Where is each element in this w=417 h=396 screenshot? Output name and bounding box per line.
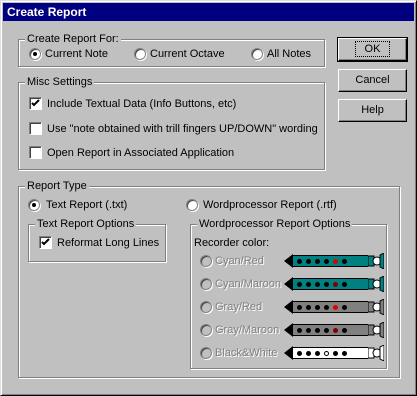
report-type-title: Report Type [25, 179, 89, 193]
label-current-note: Current Note [45, 48, 108, 60]
label-text-report: Text Report (.txt) [46, 199, 128, 211]
report-type-group: Report Type Text Report (.txt) Wordproce… [18, 179, 400, 378]
label-include-textual-data: Include Textual Data (Info Buttons, etc) [47, 98, 237, 110]
checkbox-include-textual-data[interactable] [29, 97, 42, 110]
checkbox-open-report[interactable] [29, 146, 42, 159]
recorder-color-label: Recorder color: [194, 237, 270, 249]
checkbox-reformat-long-lines[interactable] [39, 236, 52, 249]
recorder-preview-icon [284, 298, 385, 316]
text-report-options-title: Text Report Options [35, 217, 137, 231]
label-current-octave: Current Octave [150, 48, 225, 60]
recorder-preview-icon [284, 344, 385, 362]
cancel-button[interactable]: Cancel [338, 69, 407, 92]
color-label: Black&White [215, 347, 278, 359]
recorder-preview-icon [284, 321, 385, 339]
misc-settings-group: Misc Settings Include Textual Data (Info… [18, 75, 325, 170]
radio-all-notes[interactable] [251, 48, 263, 60]
radio-color-1[interactable] [200, 278, 212, 290]
window-title: Create Report [7, 5, 87, 19]
misc-settings-title: Misc Settings [25, 75, 95, 89]
radio-current-note[interactable] [29, 48, 41, 60]
label-trill-wording: Use "note obtained with trill fingers UP… [47, 123, 318, 135]
label-open-report: Open Report in Associated Application [47, 147, 235, 159]
text-report-options-group: Text Report Options Reformat Long Lines [28, 217, 166, 262]
report-for-group: Create Report For: Current Note Current … [18, 32, 325, 67]
ok-button[interactable]: OK [337, 37, 408, 62]
checkbox-trill-wording[interactable] [29, 122, 42, 135]
wordprocessor-options-title: Wordprocessor Report Options [197, 217, 353, 231]
create-report-dialog: Create Report OK Cancel Help Create Repo… [0, 0, 417, 396]
report-for-title: Create Report For: [25, 32, 121, 46]
radio-text-report[interactable] [28, 199, 40, 211]
radio-current-octave[interactable] [134, 48, 146, 60]
radio-color-2[interactable] [200, 301, 212, 313]
radio-color-0[interactable] [200, 255, 212, 267]
label-all-notes: All Notes [267, 48, 312, 60]
color-label: Cyan/Maroon [215, 278, 282, 290]
wordprocessor-options-group: Wordprocessor Report Options Recorder co… [190, 217, 387, 369]
help-button[interactable]: Help [338, 99, 407, 122]
label-wordprocessor-report: Wordprocessor Report (.rtf) [203, 199, 337, 211]
color-label: Gray/Red [215, 301, 263, 313]
title-bar: Create Report [3, 3, 414, 21]
recorder-preview-icon [284, 275, 385, 293]
radio-color-3[interactable] [200, 324, 212, 336]
label-reformat-long-lines: Reformat Long Lines [57, 237, 160, 249]
color-label: Gray/Maroon [215, 324, 280, 336]
radio-wordprocessor-report[interactable] [186, 199, 198, 211]
recorder-preview-icon [284, 252, 385, 270]
color-label: Cyan/Red [215, 255, 264, 267]
radio-color-4[interactable] [200, 347, 212, 359]
